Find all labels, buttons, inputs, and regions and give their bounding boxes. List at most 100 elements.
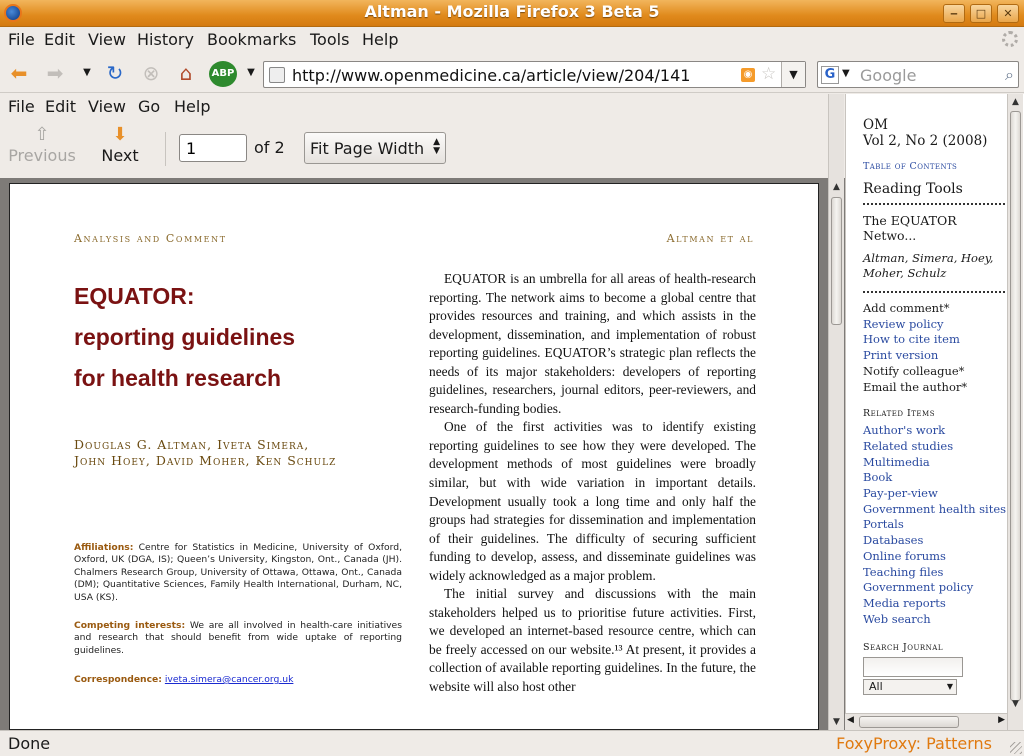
navigation-toolbar: ⬅ ➡ ▼ ↻ ⊗ ⌂ ABP ▼ http://www.openmedicin… (0, 55, 1024, 93)
reading-tools-content: OM Vol 2, No 2 (2008) Table of Contents … (863, 117, 1009, 696)
menu-bookmarks[interactable]: Bookmarks (207, 30, 296, 49)
reading-tool-item[interactable]: How to cite item (863, 332, 1009, 348)
chevron-down-icon: ▼ (946, 682, 953, 692)
menu-edit[interactable]: Edit (44, 30, 75, 49)
sidebar-vertical-scrollbar[interactable]: ▲ ▼ (1007, 94, 1023, 730)
viewer-menu-go[interactable]: Go (138, 97, 160, 116)
stop-icon[interactable]: ⊗ (138, 61, 164, 87)
search-icon[interactable]: ⌕ (1005, 65, 1014, 85)
reload-icon[interactable]: ↻ (102, 61, 128, 87)
correspondence-label: Correspondence: (74, 674, 162, 685)
sidebar-hscroll-thumb[interactable] (859, 716, 959, 728)
scroll-left-icon[interactable]: ◀ (847, 715, 854, 725)
reading-tools-heading: Reading Tools (863, 181, 963, 197)
url-bar[interactable]: http://www.openmedicine.ca/article/view/… (263, 61, 806, 88)
search-box[interactable]: G ▼ Google ⌕ (817, 61, 1019, 88)
menu-view[interactable]: View (88, 30, 126, 49)
pdf-section-header: Analysis and Comment (74, 232, 227, 245)
viewer-menu-edit[interactable]: Edit (45, 97, 76, 116)
dotted-divider (863, 203, 1009, 205)
scroll-thumb[interactable] (831, 197, 842, 325)
table-of-contents-link[interactable]: Table of Contents (863, 161, 1009, 172)
article-authors: Douglas G. Altman, Iveta Simera, John Ho… (74, 437, 394, 469)
scroll-up-icon[interactable]: ▲ (830, 180, 843, 194)
search-scope-select[interactable]: All ▼ (863, 679, 957, 696)
sidebar-scroll-down-icon[interactable]: ▼ (1009, 697, 1022, 711)
rss-feed-icon[interactable]: ◉ (741, 68, 755, 82)
sidebar-article-authors: Altman, Simera, Hoey, Moher, Schulz (863, 251, 994, 280)
article-title-line: reporting guidelines (74, 324, 296, 350)
menu-file[interactable]: File (8, 30, 35, 49)
window-titlebar[interactable]: Altman - Mozilla Firefox 3 Beta 5 ‒ □ ✕ (0, 0, 1024, 27)
menu-tools[interactable]: Tools (310, 30, 349, 49)
menu-history[interactable]: History (137, 30, 194, 49)
related-item-link[interactable]: Multimedia (863, 455, 1009, 471)
history-dropdown-icon[interactable]: ▼ (74, 61, 100, 87)
related-item-link[interactable]: Book (863, 470, 1009, 486)
related-item-link[interactable]: Web search (863, 612, 1009, 628)
url-history-dropdown-icon[interactable]: ▼ (781, 62, 805, 87)
forward-icon[interactable]: ➡ (42, 61, 68, 87)
zoom-value: Fit Page Width (310, 139, 425, 158)
affiliations-label: Affiliations: (74, 542, 134, 553)
body-paragraph: EQUATOR is an umbrella for all areas of … (429, 271, 756, 416)
up-arrow-icon: ⇧ (34, 124, 50, 145)
article-body: EQUATOR is an umbrella for all areas of … (429, 270, 756, 697)
url-text[interactable]: http://www.openmedicine.ca/article/view/… (292, 66, 690, 85)
bookmark-star-icon[interactable]: ☆ (761, 64, 776, 84)
search-engine-dropdown-icon[interactable]: ▼ (842, 68, 850, 79)
maximize-button[interactable]: □ (970, 4, 992, 23)
previous-page-button[interactable]: ⇧ Previous (8, 124, 76, 165)
related-item-link[interactable]: Author's work (863, 423, 1009, 439)
related-item-link[interactable]: Databases (863, 533, 1009, 549)
sidebar-horizontal-scrollbar[interactable]: ◀ ▶ (845, 713, 1007, 730)
viewer-toolbar: ⇧ Previous ⬇ Next of 2 Fit Page Width ▲▼ (0, 120, 845, 178)
window-title: Altman - Mozilla Firefox 3 Beta 5 (364, 2, 660, 21)
scroll-down-icon[interactable]: ▼ (830, 715, 843, 729)
sidebar-scroll-thumb[interactable] (1010, 111, 1021, 701)
scroll-right-icon[interactable]: ▶ (998, 715, 1005, 725)
close-button[interactable]: ✕ (997, 4, 1019, 23)
minimize-button[interactable]: ‒ (943, 4, 965, 23)
authors-line: John Hoey, David Moher, Ken Schulz (74, 453, 337, 468)
reading-tool-item[interactable]: Email the author* (863, 380, 1009, 396)
viewer-menu-file[interactable]: File (8, 97, 35, 116)
status-bar: Done FoxyProxy: Patterns (0, 730, 1024, 756)
back-icon[interactable]: ⬅ (6, 61, 32, 87)
related-item-link[interactable]: Government health sites (863, 502, 1009, 518)
site-identity-icon[interactable] (269, 67, 285, 83)
reading-tool-item[interactable]: Review policy (863, 317, 1009, 333)
zoom-select[interactable]: Fit Page Width ▲ ▼ (304, 132, 446, 164)
journal-search-input[interactable] (863, 657, 963, 678)
page-count: of 2 (254, 138, 285, 157)
search-input[interactable]: Google (860, 66, 916, 85)
related-item-link[interactable]: Portals (863, 517, 1009, 533)
related-item-link[interactable]: Teaching files (863, 565, 1009, 581)
reading-tool-item[interactable]: Notify colleague* (863, 364, 1009, 380)
reading-tool-item[interactable]: Print version (863, 348, 1009, 364)
resize-grip-icon[interactable] (1010, 742, 1022, 754)
related-item-link[interactable]: Related studies (863, 439, 1009, 455)
related-item-link[interactable]: Government policy (863, 580, 1009, 596)
article-title-line: EQUATOR: (74, 283, 195, 309)
menu-help[interactable]: Help (362, 30, 398, 49)
home-icon[interactable]: ⌂ (173, 61, 199, 87)
next-page-button[interactable]: ⬇ Next (96, 124, 144, 165)
related-item-link[interactable]: Media reports (863, 596, 1009, 612)
related-items-list: Author's work Related studies Multimedia Bo… (863, 423, 1009, 627)
adblock-dropdown-icon[interactable]: ▼ (238, 61, 264, 87)
search-engine-icon[interactable]: G (821, 66, 839, 84)
adblock-icon[interactable]: ABP (209, 61, 237, 87)
page-number-input[interactable] (179, 134, 247, 162)
reading-tool-item[interactable]: Add comment* (863, 301, 1009, 317)
related-item-link[interactable]: Pay-per-view (863, 486, 1009, 502)
viewer-menu-view[interactable]: View (88, 97, 126, 116)
pdf-vertical-scrollbar[interactable]: ▲ ▼ (828, 94, 844, 730)
status-text: Done (8, 734, 51, 753)
sidebar-scroll-up-icon[interactable]: ▲ (1009, 95, 1022, 109)
related-item-link[interactable]: Online forums (863, 549, 1009, 565)
foxyproxy-status[interactable]: FoxyProxy: Patterns (836, 734, 992, 753)
viewer-menu-help[interactable]: Help (174, 97, 210, 116)
pdf-canvas-area[interactable]: Analysis and Comment Altman et al EQUATO… (0, 178, 845, 730)
correspondence-email-link[interactable]: iveta.simera@cancer.org.uk (165, 674, 294, 685)
